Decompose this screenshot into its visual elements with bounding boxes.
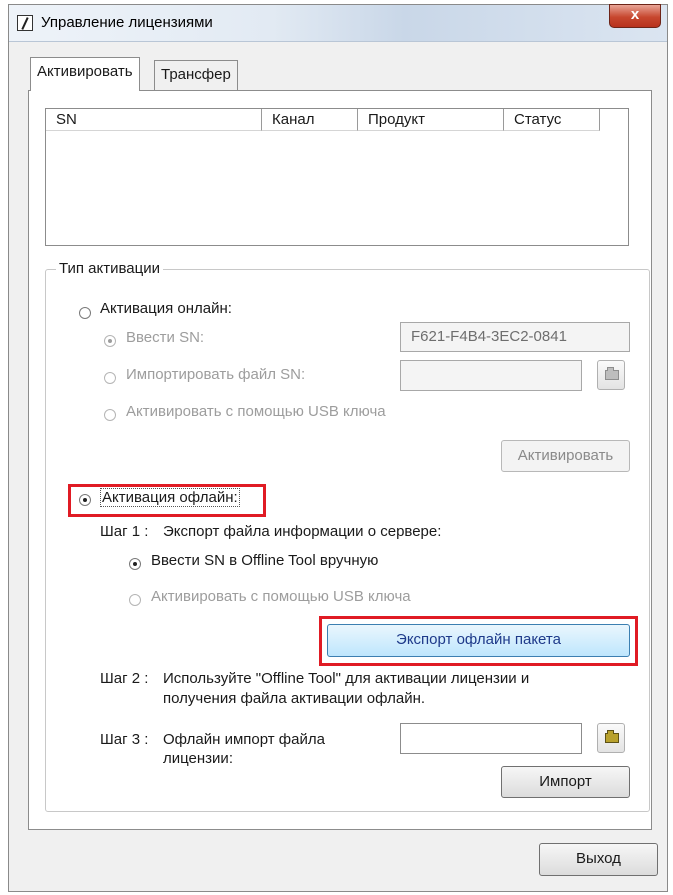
tab-transfer[interactable]: Трансфер <box>154 60 238 90</box>
step3-text-line2: лицензии: <box>163 750 233 767</box>
column-header-channel[interactable]: Канал <box>262 109 358 131</box>
step2-text-line1: Используйте "Offline Tool" для активации… <box>163 670 530 687</box>
export-offline-package-button[interactable]: Экспорт офлайн пакета <box>327 624 630 657</box>
activation-type-label: Тип активации <box>56 260 163 277</box>
close-button[interactable]: x <box>609 4 661 28</box>
online-activation-radio[interactable] <box>79 307 91 319</box>
sn-file-path-input[interactable] <box>400 360 582 391</box>
column-header-sn[interactable]: SN <box>46 109 262 131</box>
browse-sn-file-button[interactable] <box>597 360 625 390</box>
folder-open-icon <box>605 367 619 380</box>
online-usb-key-radio[interactable] <box>104 409 116 421</box>
step1-text: Экспорт файла информации о сервере: <box>163 523 442 540</box>
import-button[interactable]: Импорт <box>501 766 630 798</box>
column-header-product[interactable]: Продукт <box>358 109 504 131</box>
step3-text-line1: Офлайн импорт файла <box>163 731 325 748</box>
sn-input[interactable]: F621-F4B4-3EC2-0841 <box>400 322 630 352</box>
offline-usb-key-radio[interactable] <box>129 594 141 606</box>
browse-license-file-button[interactable] <box>597 723 625 753</box>
step2-label: Шаг 2 : <box>100 670 149 687</box>
license-file-path-input[interactable] <box>400 723 582 754</box>
step3-label: Шаг 3 : <box>100 731 149 748</box>
license-list[interactable]: SN Канал Продукт Статус <box>45 108 629 246</box>
step2-text-line2: получения файла активации офлайн. <box>163 690 426 707</box>
offline-activation-radio[interactable] <box>79 494 91 506</box>
tab-activate[interactable]: Активировать <box>30 57 140 91</box>
online-usb-key-label: Активировать с помощью USB ключа <box>126 403 386 420</box>
online-activation-label: Активация онлайн: <box>100 300 232 317</box>
enter-sn-label: Ввести SN: <box>126 329 205 346</box>
import-sn-file-label: Импортировать файл SN: <box>126 366 306 383</box>
license-app-icon <box>17 15 33 31</box>
folder-open-icon <box>605 730 619 743</box>
enter-sn-radio[interactable] <box>104 335 116 347</box>
close-icon: x <box>630 6 640 23</box>
activate-button[interactable]: Активировать <box>501 440 630 472</box>
title-bar[interactable]: Управление лицензиями x <box>9 4 667 42</box>
manual-sn-radio[interactable] <box>129 558 141 570</box>
offline-activation-label: Активация офлайн: <box>100 488 240 507</box>
step1-label: Шаг 1 : <box>100 523 149 540</box>
window-title: Управление лицензиями <box>41 14 213 31</box>
offline-usb-key-label: Активировать с помощью USB ключа <box>151 588 411 605</box>
exit-button[interactable]: Выход <box>539 843 658 876</box>
column-header-status[interactable]: Статус <box>504 109 600 131</box>
import-sn-file-radio[interactable] <box>104 372 116 384</box>
manual-sn-label: Ввести SN в Offline Tool вручную <box>151 552 379 569</box>
